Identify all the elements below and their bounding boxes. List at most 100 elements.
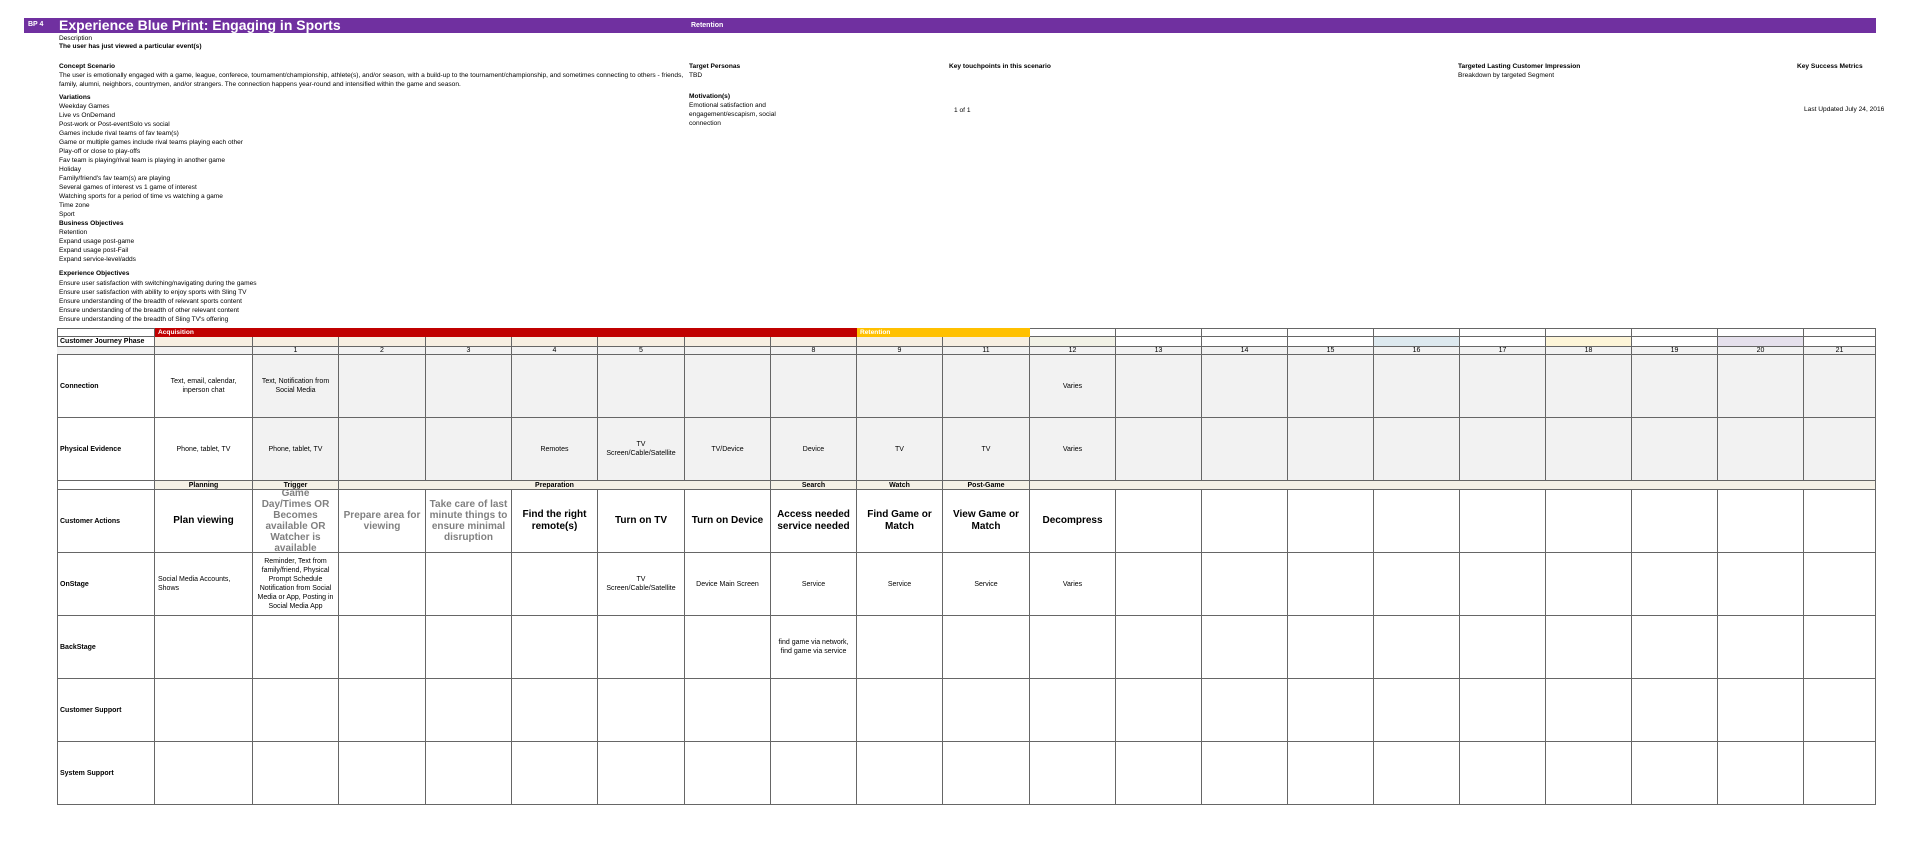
band-empty-cell [1202, 328, 1288, 337]
customer-action-cell [1288, 490, 1374, 553]
physical-evidence-cell: Phone, tablet, TV [253, 418, 339, 481]
connection-cell [857, 355, 943, 418]
system-support-cell [1804, 742, 1876, 805]
row-label-backstage: BackStage [57, 616, 155, 679]
backstage-cell [1546, 616, 1632, 679]
journey-phase-cell [339, 337, 426, 347]
connection-cell [1632, 355, 1718, 418]
row-label-onstage: OnStage [57, 553, 155, 616]
system-support-cell [1460, 742, 1546, 805]
page-title: Experience Blue Print: Engaging in Sport… [59, 17, 341, 33]
target-personas-value: TBD [689, 72, 703, 79]
variation-item: Game or multiple games include rival tea… [59, 139, 243, 146]
system-support-cell [857, 742, 943, 805]
business-objective-item: Expand service-level/adds [59, 256, 136, 263]
journey-phase-cell [598, 337, 685, 347]
experience-objectives-label: Experience Objectives [59, 270, 130, 277]
system-support-cell [1632, 742, 1718, 805]
band-empty-cell [1804, 328, 1876, 337]
journey-phase-cell [857, 337, 943, 347]
page-indicator: 1 of 1 [954, 107, 971, 114]
physical-evidence-cell [1288, 418, 1374, 481]
customer-support-cell [1460, 679, 1546, 742]
backstage-cell [685, 616, 771, 679]
step-number: 19 [1632, 347, 1718, 355]
connection-cell [943, 355, 1030, 418]
system-support-cell [155, 742, 253, 805]
backstage-cell [155, 616, 253, 679]
step-number: 1 [253, 347, 339, 355]
onstage-cell [426, 553, 512, 616]
customer-support-cell [155, 679, 253, 742]
phase-empty [1030, 481, 1876, 490]
onstage-cell [1288, 553, 1374, 616]
motivation-label: Motivation(s) [689, 93, 731, 100]
variation-item: Time zone [59, 202, 90, 209]
onstage-cell: Service [771, 553, 857, 616]
customer-support-cell [857, 679, 943, 742]
journey-phase-cell [1718, 337, 1804, 347]
customer-support-cell [1546, 679, 1632, 742]
customer-action-cell [1460, 490, 1546, 553]
onstage-cell [1116, 553, 1202, 616]
physical-evidence-cell [1460, 418, 1546, 481]
physical-evidence-cell [1804, 418, 1876, 481]
connection-cell [685, 355, 771, 418]
experience-objective-item: Ensure user satisfaction with ability to… [59, 289, 247, 296]
number-row-label [57, 347, 155, 355]
connection-cell [771, 355, 857, 418]
lasting-impression-label: Targeted Lasting Customer Impression [1458, 63, 1581, 70]
row-label-system-support: System Support [57, 742, 155, 805]
onstage-cell [1460, 553, 1546, 616]
journey-phase-cell [1116, 337, 1202, 347]
step-number [685, 347, 771, 355]
header-retention-label: Retention [691, 22, 724, 29]
business-objective-item: Expand usage post-game [59, 238, 135, 245]
physical-evidence-cell [1546, 418, 1632, 481]
step-number: 15 [1288, 347, 1374, 355]
variation-item: Sport [59, 211, 75, 218]
band-empty-cell [1116, 328, 1202, 337]
row-label-customer-actions: Customer Actions [57, 490, 155, 553]
header-bar: BP 4 Experience Blue Print: Engaging in … [24, 17, 1876, 33]
backstage-cell [1374, 616, 1460, 679]
connection-cell [1374, 355, 1460, 418]
onstage-cell: Device Main Screen [685, 553, 771, 616]
step-number: 20 [1718, 347, 1804, 355]
customer-support-cell [1116, 679, 1202, 742]
backstage-cell [1718, 616, 1804, 679]
backstage-cell [1632, 616, 1718, 679]
customer-support-cell [943, 679, 1030, 742]
physical-evidence-cell [339, 418, 426, 481]
variation-item: Fav team is playing/rival team is playin… [59, 157, 226, 164]
band-spacer [57, 328, 155, 337]
customer-action-cell [1804, 490, 1876, 553]
lasting-impression-value: Breakdown by targeted Segment [1458, 72, 1555, 79]
band-empty-cell [1460, 328, 1546, 337]
physical-evidence-cell: Phone, tablet, TV [155, 418, 253, 481]
phase-postgame: Post-Game [943, 481, 1030, 490]
onstage-cell [1632, 553, 1718, 616]
physical-evidence-cell: Remotes [512, 418, 598, 481]
step-number: 2 [339, 347, 426, 355]
physical-evidence-cell: TV [943, 418, 1030, 481]
phase-watch: Watch [857, 481, 943, 490]
customer-support-cell [426, 679, 512, 742]
experience-objective-item: Ensure user satisfaction with switching/… [59, 280, 257, 287]
variation-item: Weekday Games [59, 103, 110, 110]
physical-evidence-cell [1116, 418, 1202, 481]
description-text: The user has just viewed a particular ev… [59, 43, 202, 50]
customer-action-cell: Turn on TV [598, 490, 685, 553]
customer-action-cell: Turn on Device [685, 490, 771, 553]
onstage-cell [1546, 553, 1632, 616]
key-touchpoints-label: Key touchpoints in this scenario [949, 63, 1051, 70]
row-label-physical-evidence: Physical Evidence [57, 418, 155, 481]
physical-evidence-cell: Device [771, 418, 857, 481]
physical-evidence-cell: TV/Device [685, 418, 771, 481]
band-empty-cell [1030, 328, 1116, 337]
concept-label: Concept Scenario [59, 63, 116, 70]
backstage-cell [512, 616, 598, 679]
customer-action-cell [1374, 490, 1460, 553]
connection-cell [1202, 355, 1288, 418]
business-objectives-label: Business Objectives [59, 220, 124, 227]
